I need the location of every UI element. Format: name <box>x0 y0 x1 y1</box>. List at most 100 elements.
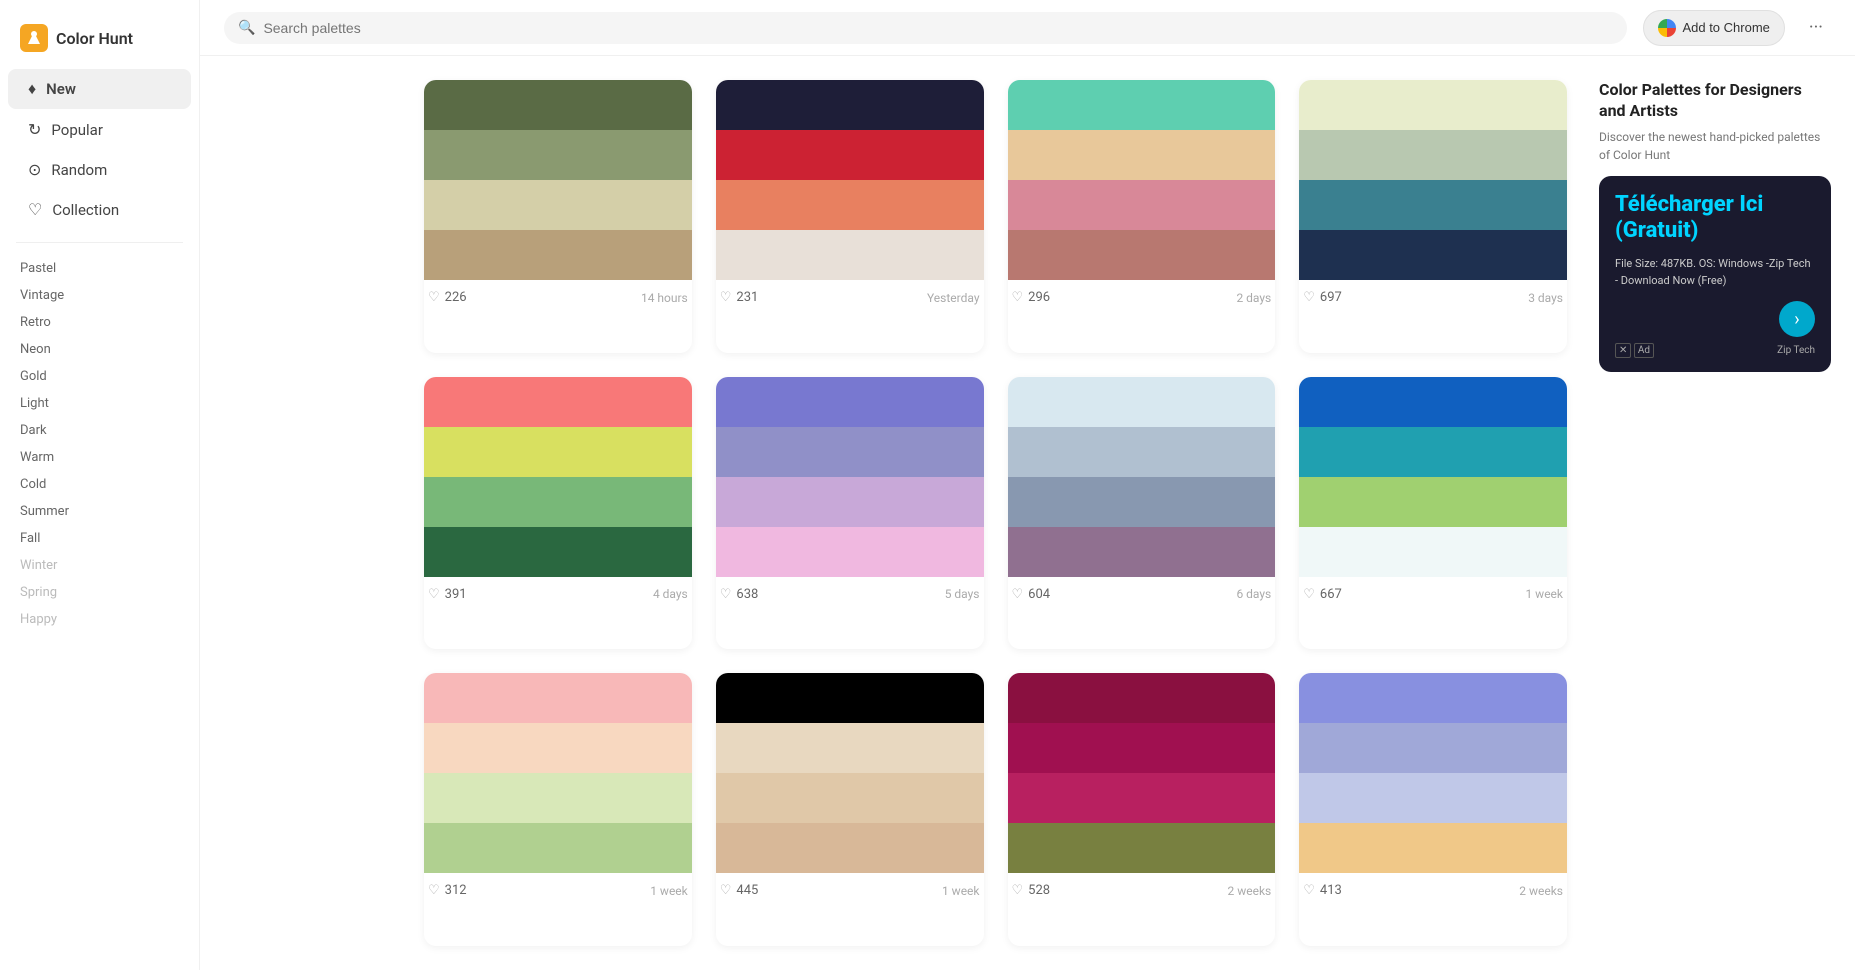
promo-block: Color Palettes for Designers and Artists… <box>1599 80 1831 164</box>
add-chrome-button[interactable]: Add to Chrome <box>1643 10 1784 46</box>
color-strip <box>1299 230 1567 280</box>
heart-icon: ♡ <box>720 587 732 602</box>
tag-happy[interactable]: Happy <box>0 606 199 633</box>
palette-card[interactable]: ♡ 312 1 week <box>424 673 692 946</box>
logo-icon <box>20 24 48 52</box>
palette-likes[interactable]: ♡ 296 <box>1012 290 1051 305</box>
palette-time: 1 week <box>942 884 980 898</box>
palette-time: Yesterday <box>927 291 980 305</box>
tag-winter[interactable]: Winter <box>0 552 199 579</box>
tag-vintage[interactable]: Vintage <box>0 282 199 309</box>
palette-time: 2 days <box>1236 291 1271 305</box>
main-content: ♡ 226 14 hours ♡ 231 Yesterday ♡ 296 2 d… <box>400 56 1855 970</box>
palette-likes[interactable]: ♡ 312 <box>428 883 467 898</box>
palette-card[interactable]: ♡ 391 4 days <box>424 377 692 650</box>
palette-footer: ♡ 528 2 weeks <box>1008 873 1276 902</box>
ad-cta-button[interactable]: › <box>1779 301 1815 337</box>
palette-time: 5 days <box>945 587 980 601</box>
palette-likes[interactable]: ♡ 697 <box>1303 290 1342 305</box>
palette-footer: ♡ 296 2 days <box>1008 280 1276 309</box>
palette-likes[interactable]: ♡ 391 <box>428 587 467 602</box>
palette-footer: ♡ 226 14 hours <box>424 280 692 309</box>
color-strip <box>424 477 692 527</box>
color-strip <box>1008 130 1276 180</box>
ad-card[interactable]: Télécharger Ici (Gratuit) File Size: 487… <box>1599 176 1831 373</box>
ad-badge: Ad <box>1634 343 1654 358</box>
palette-likes[interactable]: ♡ 231 <box>720 290 759 305</box>
color-strip <box>1299 477 1567 527</box>
color-strip <box>716 723 984 773</box>
palette-likes[interactable]: ♡ 528 <box>1012 883 1051 898</box>
palette-likes[interactable]: ♡ 413 <box>1303 883 1342 898</box>
more-options-button[interactable]: ··· <box>1801 13 1831 42</box>
palette-footer: ♡ 638 5 days <box>716 577 984 606</box>
nav-list: ♦ New↻ Popular⊙ Random♡ Collection <box>0 68 199 230</box>
collection-nav-label: Collection <box>52 201 119 219</box>
tag-warm[interactable]: Warm <box>0 444 199 471</box>
likes-count: 226 <box>445 290 467 305</box>
palette-likes[interactable]: ♡ 445 <box>720 883 759 898</box>
tag-spring[interactable]: Spring <box>0 579 199 606</box>
palette-card[interactable]: ♡ 231 Yesterday <box>716 80 984 353</box>
tag-retro[interactable]: Retro <box>0 309 199 336</box>
palette-card[interactable]: ♡ 528 2 weeks <box>1008 673 1276 946</box>
palette-footer: ♡ 231 Yesterday <box>716 280 984 309</box>
tag-cold[interactable]: Cold <box>0 471 199 498</box>
color-strip <box>424 823 692 873</box>
palette-card[interactable]: ♡ 226 14 hours <box>424 80 692 353</box>
color-strip <box>1008 773 1276 823</box>
heart-icon: ♡ <box>1012 290 1024 305</box>
palette-time: 2 weeks <box>1519 884 1563 898</box>
color-strip <box>716 427 984 477</box>
promo-title: Color Palettes for Designers and Artists <box>1599 80 1831 122</box>
right-panel: Color Palettes for Designers and Artists… <box>1591 80 1831 946</box>
palette-likes[interactable]: ♡ 226 <box>428 290 467 305</box>
palette-likes[interactable]: ♡ 638 <box>720 587 759 602</box>
color-strip <box>1008 80 1276 130</box>
palette-card[interactable]: ♡ 638 5 days <box>716 377 984 650</box>
color-strip <box>716 130 984 180</box>
palette-footer: ♡ 604 6 days <box>1008 577 1276 606</box>
likes-count: 413 <box>1320 883 1342 898</box>
sidebar-item-collection[interactable]: ♡ Collection <box>8 190 191 229</box>
popular-nav-icon: ↻ <box>28 120 41 139</box>
palette-card[interactable]: ♡ 697 3 days <box>1299 80 1567 353</box>
search-input[interactable] <box>263 20 1613 36</box>
color-strip <box>424 230 692 280</box>
sidebar-item-random[interactable]: ⊙ Random <box>8 150 191 189</box>
palette-card[interactable]: ♡ 413 2 weeks <box>1299 673 1567 946</box>
palette-footer: ♡ 413 2 weeks <box>1299 873 1567 902</box>
palette-likes[interactable]: ♡ 667 <box>1303 587 1342 602</box>
palette-card[interactable]: ♡ 296 2 days <box>1008 80 1276 353</box>
palette-card[interactable]: ♡ 604 6 days <box>1008 377 1276 650</box>
tag-pastel[interactable]: Pastel <box>0 255 199 282</box>
likes-count: 312 <box>445 883 467 898</box>
color-strip <box>716 377 984 427</box>
tag-gold[interactable]: Gold <box>0 363 199 390</box>
tag-light[interactable]: Light <box>0 390 199 417</box>
logo-text: Color Hunt <box>56 29 133 48</box>
palette-time: 2 weeks <box>1228 884 1272 898</box>
color-strip <box>1008 477 1276 527</box>
topbar: 🔍 Add to Chrome ··· <box>200 0 1855 56</box>
color-strip <box>716 773 984 823</box>
heart-icon: ♡ <box>428 587 440 602</box>
sidebar-item-new[interactable]: ♦ New <box>8 69 191 109</box>
palette-likes[interactable]: ♡ 604 <box>1012 587 1051 602</box>
ad-footer: ✕ Ad Zip Tech <box>1615 345 1815 356</box>
likes-count: 667 <box>1320 587 1342 602</box>
sidebar-item-popular[interactable]: ↻ Popular <box>8 110 191 149</box>
color-strip <box>1008 230 1276 280</box>
logo-link[interactable]: Color Hunt <box>0 16 199 68</box>
tag-dark[interactable]: Dark <box>0 417 199 444</box>
palette-card[interactable]: ♡ 445 1 week <box>716 673 984 946</box>
ad-x-badge[interactable]: ✕ <box>1615 343 1631 358</box>
tag-summer[interactable]: Summer <box>0 498 199 525</box>
palette-card[interactable]: ♡ 667 1 week <box>1299 377 1567 650</box>
color-strip <box>424 80 692 130</box>
search-bar[interactable]: 🔍 <box>224 12 1627 44</box>
tag-neon[interactable]: Neon <box>0 336 199 363</box>
tag-fall[interactable]: Fall <box>0 525 199 552</box>
palette-footer: ♡ 445 1 week <box>716 873 984 902</box>
search-icon: 🔍 <box>238 20 255 36</box>
